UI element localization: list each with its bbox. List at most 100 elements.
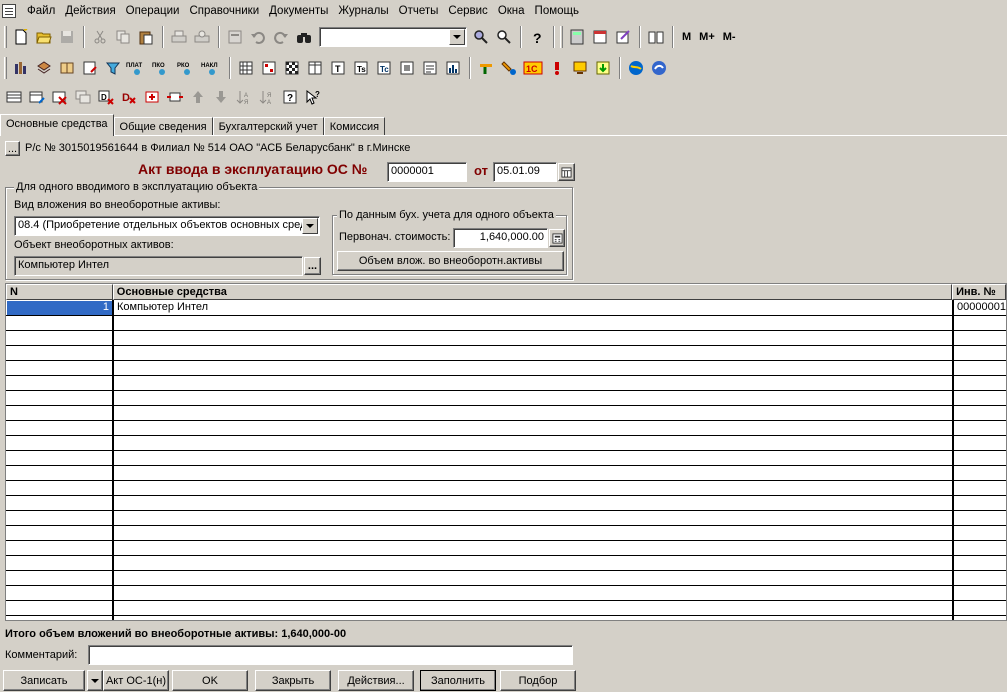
incoming-cash-order-icon[interactable]: ПКО <box>150 57 174 79</box>
open-folder-icon[interactable] <box>33 26 55 48</box>
report-turnover-icon[interactable] <box>258 57 280 79</box>
search-next-icon[interactable] <box>493 26 515 48</box>
delete-row-icon[interactable] <box>49 86 71 108</box>
menu-journals[interactable]: Журналы <box>333 0 393 22</box>
act-os1-button[interactable]: Акт ОС-1(н) <box>103 670 169 691</box>
print-menu-button[interactable] <box>87 670 103 691</box>
calendar-button[interactable] <box>558 163 575 181</box>
report-chess-icon[interactable] <box>281 57 303 79</box>
insert-row-icon[interactable] <box>164 86 186 108</box>
ledger-icon[interactable] <box>56 57 78 79</box>
chart-of-accounts-icon[interactable] <box>10 57 32 79</box>
menu-documents[interactable]: Документы <box>264 0 333 22</box>
sort-ascending-icon[interactable]: AЯ <box>233 86 255 108</box>
redo-icon[interactable] <box>270 26 292 48</box>
properties-icon[interactable] <box>224 26 246 48</box>
menu-references[interactable]: Справочники <box>184 0 264 22</box>
actions-button[interactable]: Действия... <box>338 670 414 691</box>
calculator-button[interactable] <box>549 229 565 247</box>
chevron-down-icon[interactable] <box>302 218 318 234</box>
binoculars-icon[interactable] <box>293 26 315 48</box>
tab-fixed-assets[interactable]: Основные средства <box>0 114 114 136</box>
close-button[interactable]: Закрыть <box>255 670 331 691</box>
warning-icon[interactable] <box>546 57 568 79</box>
write-button[interactable]: Записать <box>3 670 85 691</box>
help-icon[interactable]: ? <box>526 26 548 48</box>
search-combo[interactable] <box>319 27 467 47</box>
document-date-field[interactable]: 05.01.09 <box>493 162 557 182</box>
search-icon[interactable] <box>470 26 492 48</box>
add-child-icon[interactable] <box>141 86 163 108</box>
row-number-cell[interactable]: 1 <box>6 300 112 315</box>
operations-journal-icon[interactable] <box>79 57 101 79</box>
tax-icon[interactable] <box>475 57 497 79</box>
menu-reports[interactable]: Отчеты <box>394 0 444 22</box>
notes-icon[interactable] <box>612 26 634 48</box>
memory-subtract-button[interactable]: M- <box>719 31 740 43</box>
account-select-button[interactable]: ... <box>5 141 20 156</box>
report-summary-icon[interactable] <box>419 57 441 79</box>
inventory-number-cell[interactable]: 00000001 <box>954 300 1006 315</box>
comment-field[interactable] <box>88 645 573 665</box>
row-help-icon[interactable]: ? <box>279 86 301 108</box>
print-preview-icon[interactable] <box>191 26 213 48</box>
report-t-icon[interactable]: T <box>327 57 349 79</box>
copy-icon[interactable] <box>112 26 134 48</box>
delete-mark-icon[interactable]: D <box>95 86 117 108</box>
menu-operations[interactable]: Операции <box>121 0 185 22</box>
chevron-down-icon[interactable] <box>449 29 465 45</box>
report-account-card-icon[interactable] <box>304 57 326 79</box>
object-select-button[interactable]: ... <box>304 257 321 275</box>
outgoing-cash-order-icon[interactable]: РКО <box>175 57 199 79</box>
tab-accounting[interactable]: Бухгалтерский учет <box>212 117 324 136</box>
tab-general-info[interactable]: Общие сведения <box>113 117 213 136</box>
print-icon[interactable] <box>168 26 190 48</box>
document-number-field[interactable]: 0000001 <box>387 162 467 182</box>
refresh-globe-icon[interactable] <box>648 57 670 79</box>
move-up-icon[interactable] <box>187 86 209 108</box>
save-icon[interactable] <box>56 26 78 48</box>
assets-table[interactable]: N Основные средства Инв. № 1 Компьютер И… <box>5 283 1007 621</box>
investment-type-select[interactable]: 08.4 (Приобретение отдельных объектов ос… <box>14 216 320 236</box>
report-tc-icon[interactable]: Tc <box>373 57 395 79</box>
menu-service[interactable]: Сервис <box>443 0 492 22</box>
payment-order-icon[interactable]: ПЛАТ <box>125 57 149 79</box>
fill-button[interactable]: Заполнить <box>420 670 496 691</box>
toolbar-grip[interactable] <box>560 26 563 48</box>
edit-row-icon[interactable] <box>26 86 48 108</box>
context-help-icon[interactable]: ? <box>302 86 324 108</box>
column-header-inventory-number[interactable]: Инв. № <box>952 284 1006 300</box>
menu-actions[interactable]: Действия <box>60 0 120 22</box>
paste-icon[interactable] <box>135 26 157 48</box>
object-field[interactable]: Компьютер Интел <box>14 256 303 276</box>
column-header-number[interactable]: N <box>6 284 113 300</box>
copy-row-icon[interactable] <box>72 86 94 108</box>
report-balance-icon[interactable] <box>235 57 257 79</box>
toolbar-grip[interactable] <box>4 57 7 79</box>
toolbar-grip[interactable] <box>4 26 7 48</box>
report-chart-icon[interactable] <box>442 57 464 79</box>
monitor-icon[interactable] <box>569 57 591 79</box>
menu-file[interactable]: Файл <box>22 0 60 22</box>
books-icon[interactable] <box>33 57 55 79</box>
1c-logo-icon[interactable]: 1C <box>521 57 545 79</box>
book-icon[interactable] <box>645 26 667 48</box>
memory-add-button[interactable]: M+ <box>695 31 719 43</box>
memory-store-button[interactable]: M <box>678 31 695 43</box>
filter-icon[interactable] <box>102 57 124 79</box>
system-menu-icon[interactable] <box>2 4 16 18</box>
investment-volume-button[interactable]: Объем влож. во внеоборотн.активы <box>337 251 564 271</box>
undo-icon[interactable] <box>247 26 269 48</box>
sort-descending-icon[interactable]: ЯA <box>256 86 278 108</box>
column-header-assets[interactable]: Основные средства <box>112 284 953 300</box>
new-document-icon[interactable] <box>10 26 32 48</box>
invoice-icon[interactable]: НАКЛ <box>200 57 224 79</box>
select-button[interactable]: Подбор <box>500 670 576 691</box>
initial-cost-field[interactable]: 1,640,000.00 <box>453 228 548 248</box>
globe-icon[interactable] <box>625 57 647 79</box>
settings-icon[interactable] <box>498 57 520 79</box>
report-analysis-icon[interactable] <box>396 57 418 79</box>
calculator-icon[interactable] <box>566 26 588 48</box>
calendar-icon[interactable] <box>589 26 611 48</box>
post-document-icon[interactable]: D <box>118 86 140 108</box>
